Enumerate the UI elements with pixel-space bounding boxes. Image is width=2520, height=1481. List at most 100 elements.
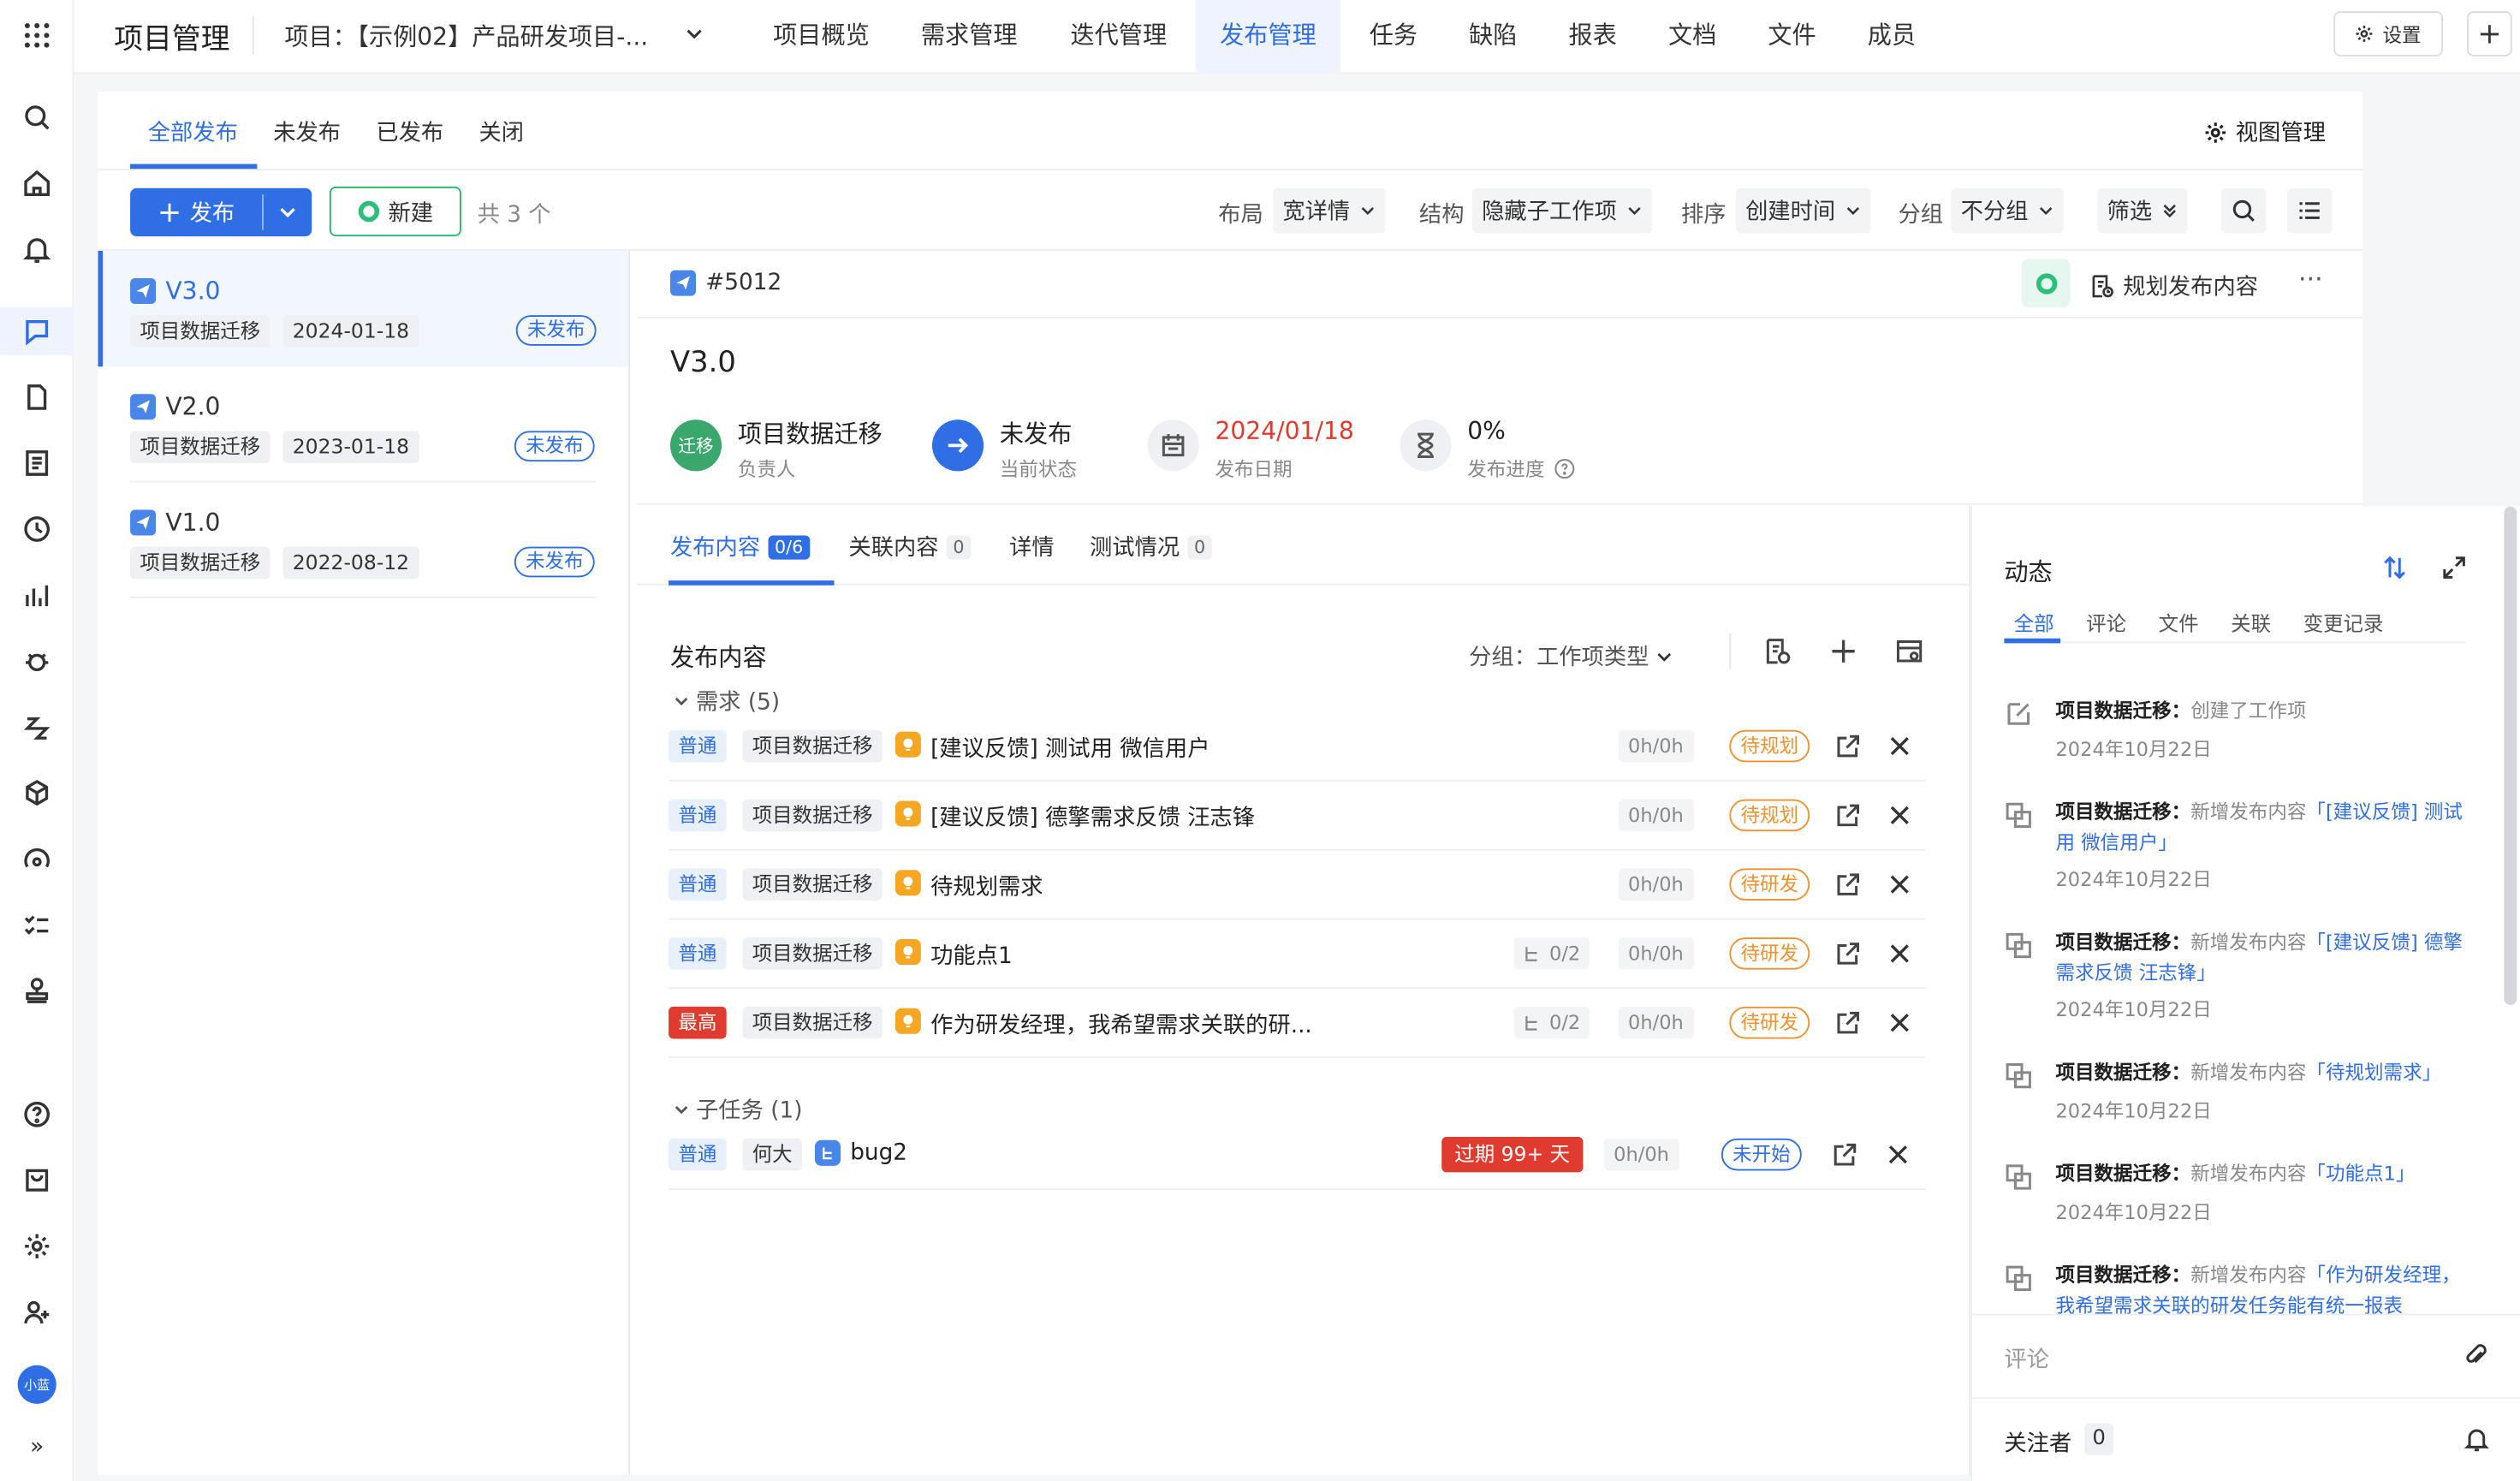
add-button[interactable]: + bbox=[2467, 11, 2512, 57]
expand-icon[interactable] bbox=[2438, 551, 2470, 584]
project-selector[interactable]: 项目：【示例02】产品研发项目-... bbox=[284, 20, 648, 53]
activity-tab-all[interactable]: 全部 bbox=[2014, 606, 2054, 637]
checklist-icon[interactable] bbox=[21, 908, 53, 941]
tab-details[interactable]: 详情 bbox=[1009, 531, 1055, 563]
tab-release-content[interactable]: 发布内容 0/6 bbox=[670, 531, 810, 563]
comment-placeholder[interactable]: 评论 bbox=[2004, 1342, 2049, 1375]
meta-state[interactable]: 未发布 当前状态 bbox=[932, 417, 1109, 481]
status-badge[interactable]: 待规划 bbox=[1729, 729, 1810, 763]
more-icon[interactable]: ··· bbox=[2298, 264, 2323, 294]
activity-tab-changelog[interactable]: 变更记录 bbox=[2303, 606, 2384, 637]
remove-icon[interactable] bbox=[1884, 730, 1917, 763]
nav-reports[interactable]: 报表 bbox=[1544, 0, 1641, 74]
column-config-icon[interactable] bbox=[1760, 633, 1795, 669]
activity-tab-files[interactable]: 文件 bbox=[2159, 606, 2199, 637]
group-by-select[interactable]: 分组：工作项类型 bbox=[1469, 640, 1673, 673]
publish-button-group[interactable]: + 发布 bbox=[130, 187, 312, 237]
search-button[interactable] bbox=[2220, 187, 2267, 234]
nav-files[interactable]: 文件 bbox=[1744, 0, 1840, 74]
tab-test-status[interactable]: 测试情况 0 bbox=[1090, 531, 1212, 563]
avatar[interactable]: 小蓝 bbox=[17, 1365, 56, 1404]
row-title[interactable]: 待规划需求 bbox=[930, 870, 1043, 902]
tab-related-content[interactable]: 关联内容 0 bbox=[848, 531, 972, 563]
filter-button[interactable]: 筛选 bbox=[2097, 187, 2188, 234]
status-badge[interactable]: 待规划 bbox=[1729, 799, 1810, 832]
cube-icon[interactable] bbox=[21, 776, 53, 809]
table-row[interactable]: 普通 项目数据迁移 功能点1 0/2 0h/0h 待研发 bbox=[669, 919, 1926, 990]
report-chart-icon[interactable] bbox=[21, 579, 53, 611]
gear-icon[interactable] bbox=[21, 1230, 53, 1263]
status-badge[interactable]: 待研发 bbox=[1729, 1006, 1810, 1039]
table-row[interactable]: 普通 项目数据迁移 待规划需求 0h/0h 待研发 bbox=[669, 851, 1926, 920]
open-external-icon[interactable] bbox=[1832, 868, 1864, 901]
table-row[interactable]: 普通 项目数据迁移 [建议反馈] 德擎需求反馈 汪志锋 0h/0h 待规划 bbox=[669, 782, 1926, 851]
view-manage-button[interactable]: 视图管理 bbox=[2203, 116, 2326, 148]
list-view-button[interactable] bbox=[2286, 187, 2333, 234]
row-title[interactable]: bug2 bbox=[850, 1140, 907, 1166]
structure-select[interactable]: 隐藏子工作项 bbox=[1471, 187, 1653, 234]
document-icon[interactable] bbox=[21, 381, 53, 413]
row-title[interactable]: [建议反馈] 德擎需求反馈 汪志锋 bbox=[930, 800, 1255, 833]
comment-box[interactable]: 评论 bbox=[1971, 1313, 2520, 1398]
remove-icon[interactable] bbox=[1884, 800, 1917, 832]
view-settings-icon[interactable] bbox=[1892, 633, 1927, 669]
open-external-icon[interactable] bbox=[1829, 1139, 1862, 1171]
attachment-icon[interactable] bbox=[2464, 1342, 2489, 1368]
nav-tasks[interactable]: 任务 bbox=[1346, 0, 1442, 74]
activity-tab-comments[interactable]: 评论 bbox=[2086, 606, 2126, 637]
sleep-icon[interactable] bbox=[21, 711, 53, 743]
settings-button[interactable]: 设置 bbox=[2333, 11, 2443, 57]
notification-bell-icon[interactable] bbox=[2464, 1426, 2489, 1452]
wiki-icon[interactable] bbox=[21, 447, 53, 479]
table-row[interactable]: 最高 项目数据迁移 作为研发经理，我希望需求关联的研... 0/2 0h/0h … bbox=[669, 989, 1926, 1058]
nav-members[interactable]: 成员 bbox=[1844, 0, 1941, 74]
table-row[interactable]: 普通 何大 bug2 过期 99+ 天 0h/0h 未开始 bbox=[669, 1121, 1926, 1191]
open-external-icon[interactable] bbox=[1832, 1007, 1864, 1039]
remove-icon[interactable] bbox=[1884, 868, 1917, 901]
sort-toggle-icon[interactable] bbox=[2379, 551, 2411, 584]
new-button[interactable]: 新建 bbox=[329, 186, 461, 237]
nav-releases[interactable]: 发布管理 bbox=[1195, 0, 1340, 74]
meta-owner[interactable]: 迁移 项目数据迁移 负责人 bbox=[669, 417, 912, 481]
tab-closed[interactable]: 关闭 bbox=[479, 116, 525, 148]
stamp-icon[interactable] bbox=[21, 974, 53, 1007]
release-item[interactable]: V1.0 项目数据迁移 2022-08-12 未发布 bbox=[98, 483, 629, 598]
nav-docs[interactable]: 文档 bbox=[1644, 0, 1741, 74]
status-toggle-button[interactable] bbox=[2022, 259, 2071, 307]
row-title[interactable]: 功能点1 bbox=[930, 939, 1013, 972]
remove-icon[interactable] bbox=[1884, 1007, 1917, 1039]
clock-icon[interactable] bbox=[21, 513, 53, 545]
open-external-icon[interactable] bbox=[1832, 937, 1864, 970]
sort-select[interactable]: 创建时间 bbox=[1735, 187, 1871, 234]
expand-rail-icon[interactable]: » bbox=[21, 1431, 53, 1464]
bug-icon[interactable] bbox=[21, 645, 53, 677]
remove-icon[interactable] bbox=[1882, 1139, 1915, 1171]
tab-all-releases[interactable]: 全部发布 bbox=[148, 116, 238, 148]
remove-icon[interactable] bbox=[1884, 937, 1917, 970]
gauge-icon[interactable] bbox=[21, 842, 53, 875]
tab-unpublished[interactable]: 未发布 bbox=[273, 116, 341, 148]
nav-requirements[interactable]: 需求管理 bbox=[897, 0, 1042, 74]
plan-content-button[interactable]: 规划发布内容 bbox=[2089, 271, 2258, 303]
nav-overview[interactable]: 项目概览 bbox=[749, 0, 894, 74]
status-badge[interactable]: 未开始 bbox=[1721, 1138, 1802, 1171]
home-icon[interactable] bbox=[21, 167, 53, 199]
apps-grid-icon[interactable] bbox=[21, 20, 53, 52]
search-icon[interactable] bbox=[21, 101, 53, 134]
add-content-icon[interactable] bbox=[1826, 633, 1861, 669]
status-badge[interactable]: 待研发 bbox=[1729, 937, 1810, 970]
project-icon[interactable] bbox=[21, 315, 53, 348]
nav-iterations[interactable]: 迭代管理 bbox=[1046, 0, 1191, 74]
open-external-icon[interactable] bbox=[1832, 730, 1864, 763]
release-item[interactable]: V3.0 项目数据迁移 2024-01-18 未发布 bbox=[98, 251, 629, 367]
help-icon[interactable] bbox=[21, 1098, 53, 1131]
row-title[interactable]: 作为研发经理，我希望需求关联的研... bbox=[930, 1008, 1312, 1041]
meta-date[interactable]: 2024/01/18 发布日期 bbox=[1147, 417, 1373, 481]
release-item[interactable]: V2.0 项目数据迁移 2023-01-18 未发布 bbox=[98, 366, 629, 483]
help-icon[interactable] bbox=[1554, 458, 1575, 479]
notification-bell-icon[interactable] bbox=[21, 233, 53, 265]
group-select[interactable]: 不分组 bbox=[1951, 187, 2064, 234]
table-row[interactable]: 普通 项目数据迁移 [建议反馈] 测试用 微信用户 0h/0h 待规划 bbox=[669, 712, 1926, 782]
chevron-down-icon[interactable] bbox=[685, 24, 704, 44]
layout-select[interactable]: 宽详情 bbox=[1273, 187, 1386, 234]
